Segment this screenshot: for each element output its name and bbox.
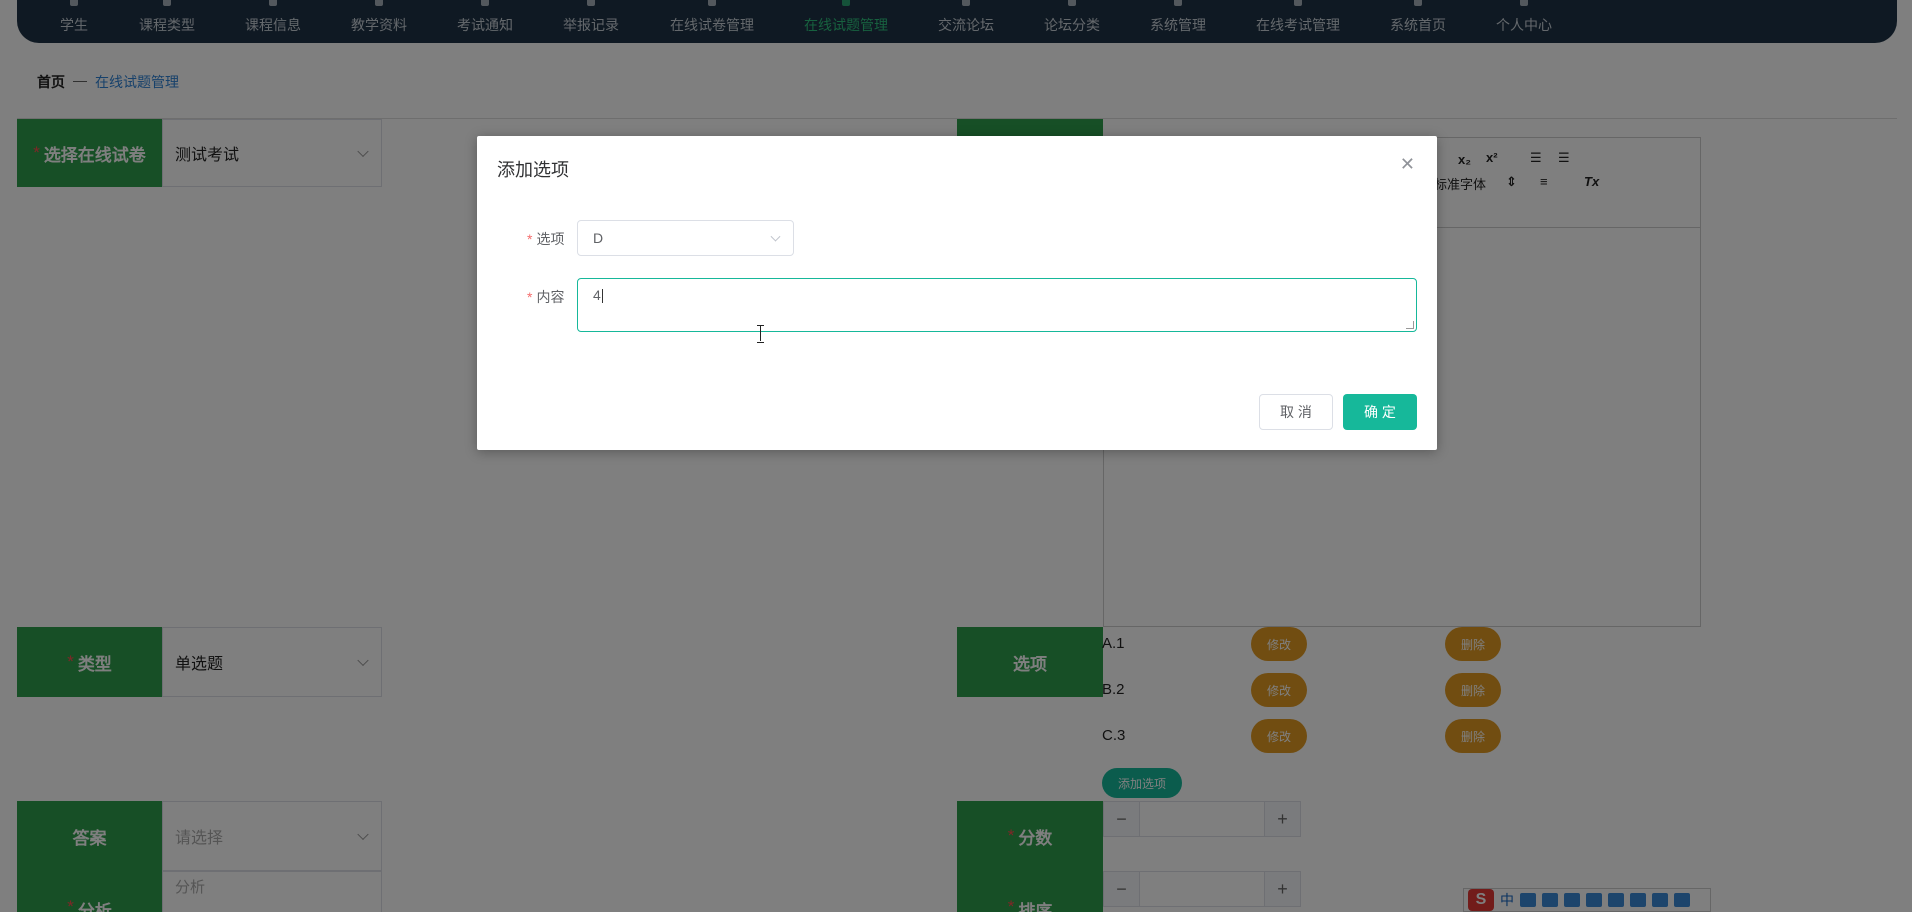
content-textarea[interactable]: 4	[577, 278, 1417, 332]
text-cursor-icon	[757, 325, 765, 343]
content-field-label: * 内容	[527, 289, 565, 305]
add-option-dialog: 添加选项 ✕ * 选项 D * 内容 4 取 消 确 定	[477, 136, 1437, 450]
confirm-button[interactable]: 确 定	[1343, 394, 1417, 430]
text-caret	[601, 289, 603, 304]
option-select[interactable]: D	[577, 220, 794, 256]
close-icon[interactable]: ✕	[1400, 154, 1415, 175]
resize-handle[interactable]	[1406, 321, 1414, 329]
chevron-down-icon	[770, 231, 781, 242]
dialog-title: 添加选项	[497, 160, 569, 180]
cancel-button[interactable]: 取 消	[1259, 394, 1333, 430]
option-field-label: * 选项	[527, 231, 565, 247]
